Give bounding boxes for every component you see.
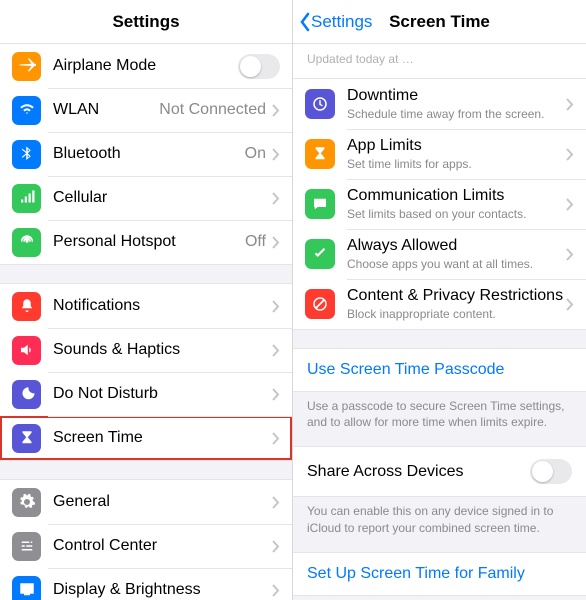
wifi-icon: [12, 96, 41, 125]
row-cellular[interactable]: Cellular: [0, 176, 292, 220]
chevron-right-icon: [272, 344, 280, 357]
chevron-right-icon: [272, 496, 280, 509]
chat-icon: [305, 189, 335, 219]
chevron-right-icon: [272, 236, 280, 249]
chevron-left-icon: [299, 12, 311, 32]
chevron-right-icon: [566, 248, 574, 261]
row-label: Airplane Mode: [53, 56, 238, 75]
settings-panel: Settings Airplane ModeWLANNot ConnectedB…: [0, 0, 293, 600]
chevron-right-icon: [272, 148, 280, 161]
screentime-title: Screen Time: [389, 12, 490, 32]
chevron-right-icon: [566, 298, 574, 311]
share-toggle[interactable]: [530, 459, 572, 484]
row-label: Cellular: [53, 188, 272, 207]
back-label: Settings: [311, 12, 372, 32]
chevron-right-icon: [272, 540, 280, 553]
row-label: Do Not Disturb: [53, 384, 272, 403]
option-label: App Limits: [347, 136, 566, 155]
option-label: Always Allowed: [347, 236, 566, 255]
row-value: Off: [245, 233, 266, 251]
back-button[interactable]: Settings: [299, 0, 372, 44]
row-sounds-haptics[interactable]: Sounds & Haptics: [0, 328, 292, 372]
option-app-limits[interactable]: App Limits Set time limits for apps.: [293, 129, 586, 179]
row-label: Bluetooth: [53, 144, 245, 163]
option-sub: Choose apps you want at all times.: [347, 257, 566, 272]
row-label: Notifications: [53, 296, 272, 315]
toggle[interactable]: [238, 54, 280, 79]
option-downtime[interactable]: Downtime Schedule time away from the scre…: [293, 79, 586, 129]
family-link[interactable]: Set Up Screen Time for Family: [293, 553, 586, 595]
row-do-not-disturb[interactable]: Do Not Disturb: [0, 372, 292, 416]
use-passcode-link[interactable]: Use Screen Time Passcode: [293, 349, 586, 391]
row-label: General: [53, 492, 272, 511]
hourglass-icon: [12, 424, 41, 453]
option-sub: Block inappropriate content.: [347, 307, 566, 322]
chevron-right-icon: [566, 148, 574, 161]
row-display-brightness[interactable]: Display & Brightness: [0, 568, 292, 600]
airplane-icon: [12, 52, 41, 81]
chevron-right-icon: [272, 104, 280, 117]
display-icon: [12, 576, 41, 600]
settings-title: Settings: [112, 12, 179, 32]
share-label: Share Across Devices: [307, 463, 530, 481]
passcode-desc: Use a passcode to secure Screen Time set…: [293, 392, 586, 440]
sliders-icon: [12, 532, 41, 561]
chevron-right-icon: [272, 192, 280, 205]
row-bluetooth[interactable]: BluetoothOn: [0, 132, 292, 176]
row-label: Control Center: [53, 536, 272, 555]
chevron-right-icon: [272, 584, 280, 597]
family-desc: Set up Family Sharing to use Screen Time…: [293, 596, 586, 600]
bell-icon: [12, 292, 41, 321]
option-label: Content & Privacy Restrictions: [347, 286, 566, 305]
check-icon: [305, 239, 335, 269]
option-always-allowed[interactable]: Always Allowed Choose apps you want at al…: [293, 229, 586, 279]
updated-text: Updated today at …: [293, 44, 586, 79]
row-label: Sounds & Haptics: [53, 340, 272, 359]
row-control-center[interactable]: Control Center: [0, 524, 292, 568]
row-label: Display & Brightness: [53, 580, 272, 599]
share-row[interactable]: Share Across Devices: [293, 447, 586, 496]
chevron-right-icon: [272, 388, 280, 401]
share-desc: You can enable this on any device signed…: [293, 497, 586, 545]
cellular-icon: [12, 184, 41, 213]
row-notifications[interactable]: Notifications: [0, 284, 292, 328]
screentime-panel: Settings Screen Time Updated today at …D…: [293, 0, 586, 600]
settings-header: Settings: [0, 0, 292, 44]
row-screen-time[interactable]: Screen Time: [0, 416, 292, 460]
option-label: Communication Limits: [347, 186, 566, 205]
gear-icon: [12, 488, 41, 517]
row-general[interactable]: General: [0, 480, 292, 524]
screentime-header: Settings Screen Time: [293, 0, 586, 44]
option-sub: Set time limits for apps.: [347, 157, 566, 172]
row-airplane-mode[interactable]: Airplane Mode: [0, 44, 292, 88]
row-label: Screen Time: [53, 428, 272, 447]
option-communication-limits[interactable]: Communication Limits Set limits based on …: [293, 179, 586, 229]
row-wlan[interactable]: WLANNot Connected: [0, 88, 292, 132]
block-icon: [305, 289, 335, 319]
option-sub: Set limits based on your contacts.: [347, 207, 566, 222]
chevron-right-icon: [566, 198, 574, 211]
option-sub: Schedule time away from the screen.: [347, 107, 566, 122]
row-label: WLAN: [53, 100, 159, 119]
bluetooth-icon: [12, 140, 41, 169]
row-value: On: [245, 145, 266, 163]
moon-icon: [12, 380, 41, 409]
row-value: Not Connected: [159, 101, 266, 119]
option-content-privacy-restrictions[interactable]: Content & Privacy Restrictions Block inap…: [293, 279, 586, 329]
hourglass-icon: [305, 139, 335, 169]
chevron-right-icon: [272, 432, 280, 445]
row-label: Personal Hotspot: [53, 232, 245, 251]
chevron-right-icon: [272, 300, 280, 313]
chevron-right-icon: [566, 98, 574, 111]
row-personal-hotspot[interactable]: Personal HotspotOff: [0, 220, 292, 264]
speaker-icon: [12, 336, 41, 365]
clock-icon: [305, 89, 335, 119]
hotspot-icon: [12, 228, 41, 257]
option-label: Downtime: [347, 86, 566, 105]
